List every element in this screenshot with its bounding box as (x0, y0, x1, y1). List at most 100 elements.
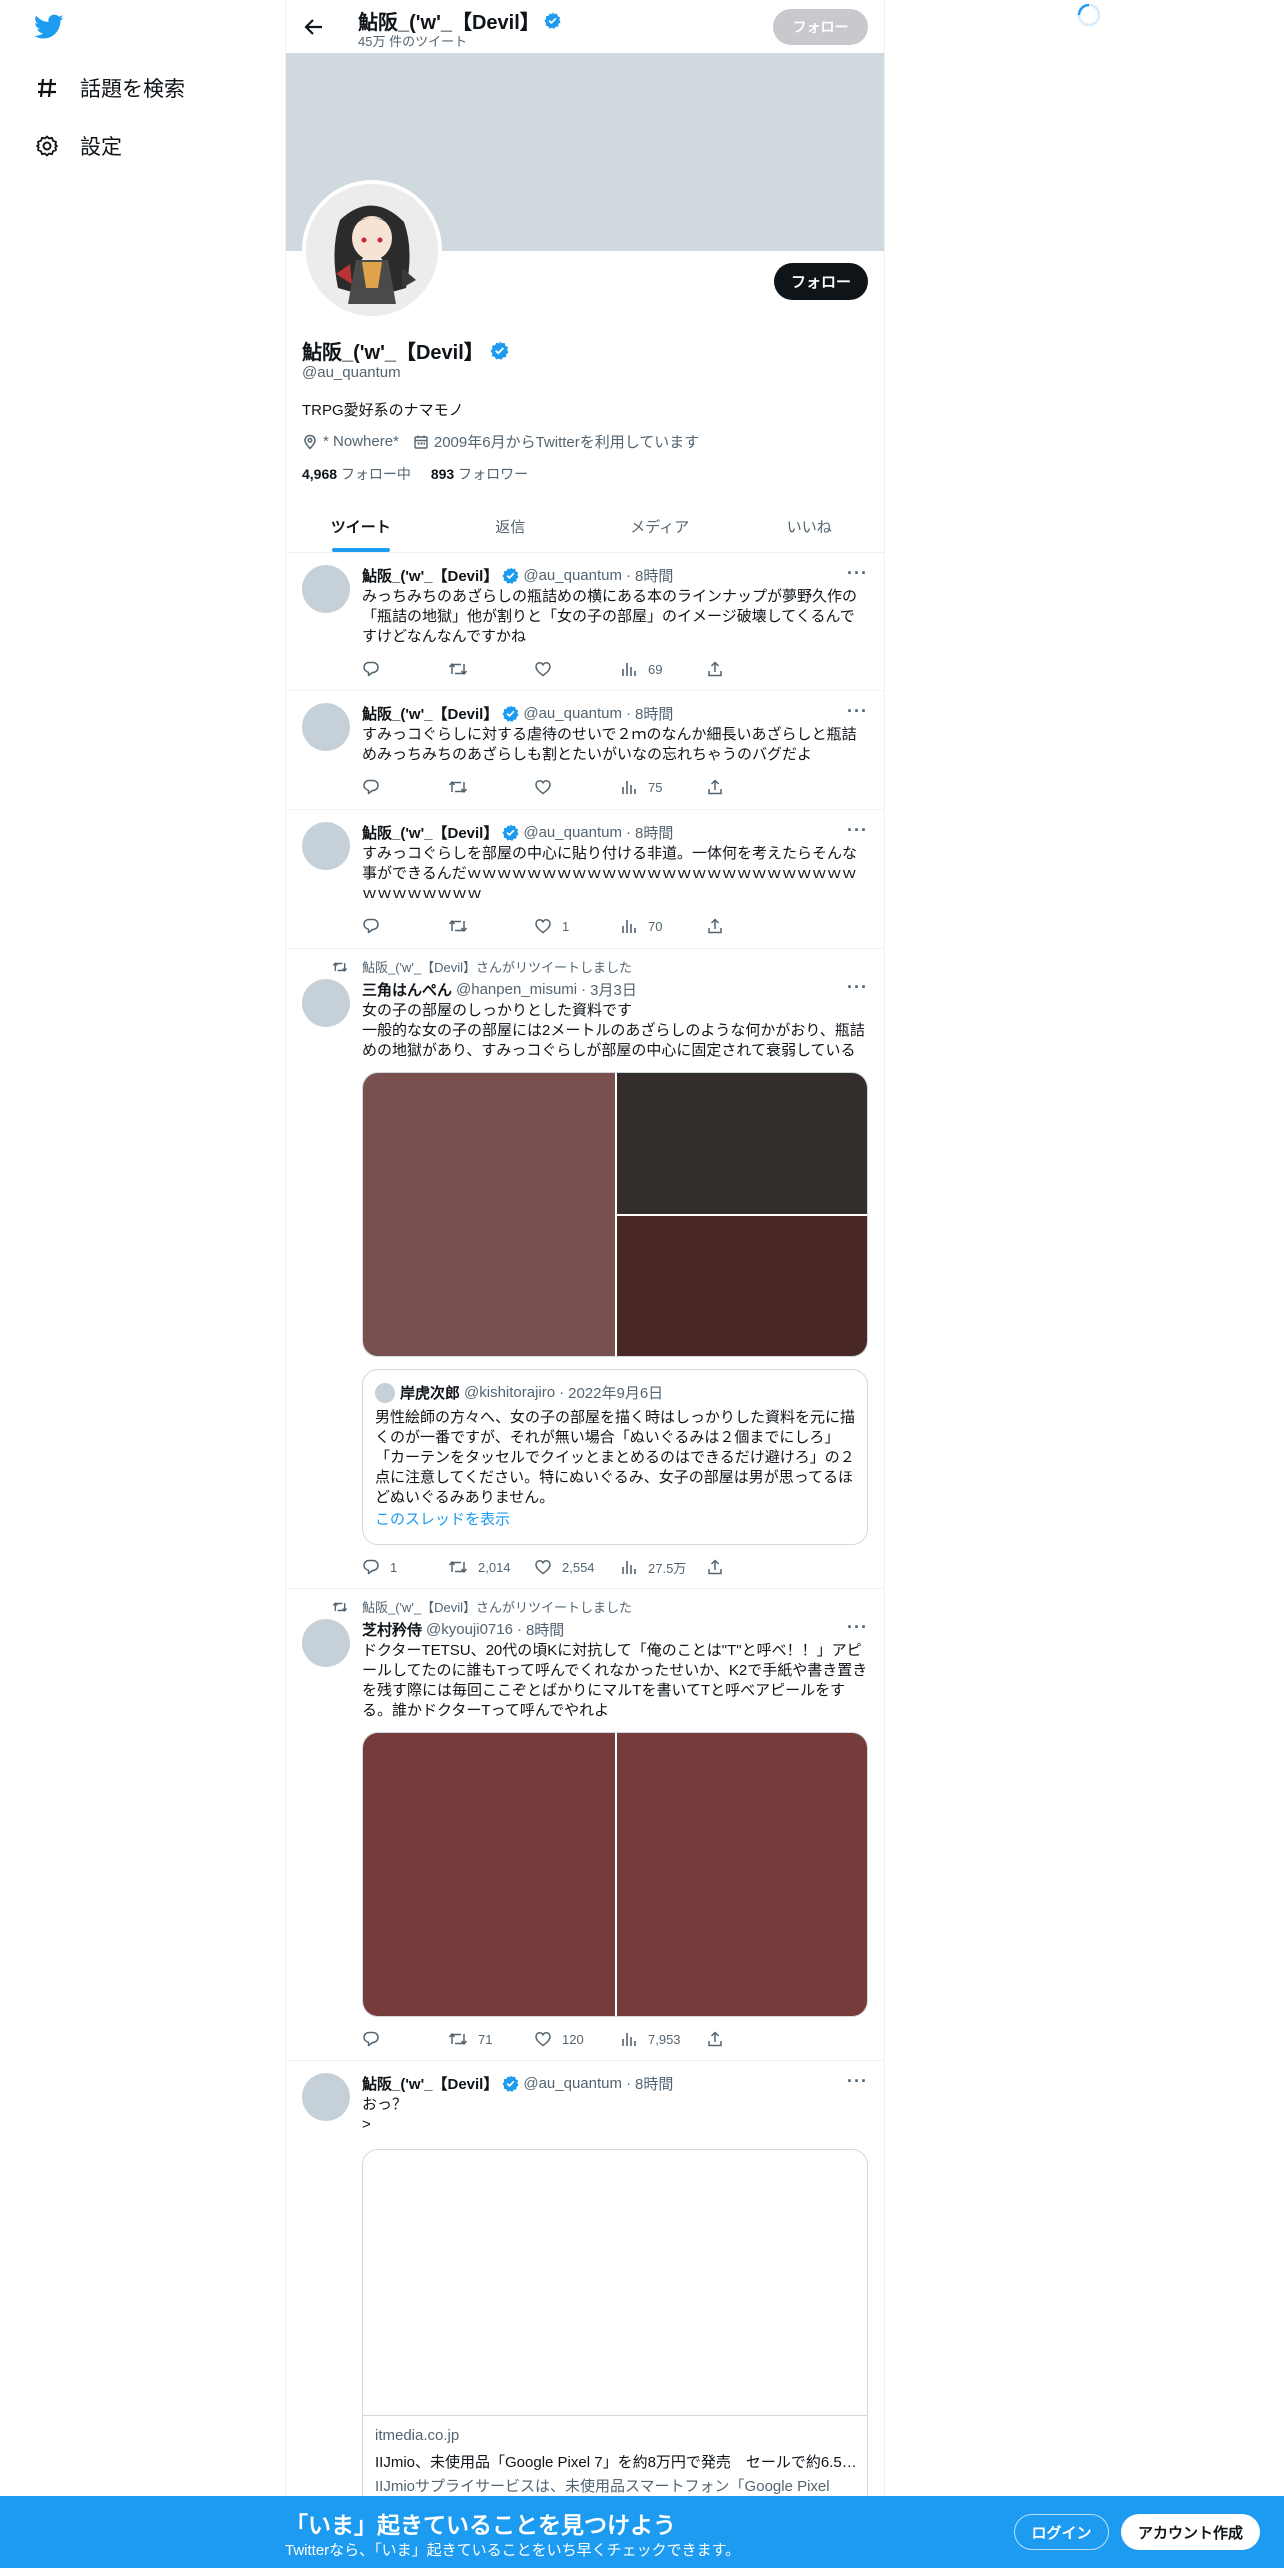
retweet-icon (448, 781, 468, 793)
show-thread-link[interactable]: このスレッドを表示 (375, 1508, 510, 1529)
avatar[interactable] (302, 822, 350, 870)
reply-button[interactable]: 1 (362, 1557, 448, 1577)
tweet-text: 女の子の部屋のしっかりとした資料です 一般的な女の子の部屋には2メートルのあざら… (362, 1002, 865, 1059)
twitter-logo-icon[interactable] (34, 14, 64, 40)
tweet-author-handle[interactable]: @au_quantum (523, 705, 622, 722)
tweet-text: おっ？ > (362, 2096, 408, 2133)
avatar[interactable] (302, 565, 350, 613)
tweet-actions: 69 (362, 659, 792, 679)
tweet-content: 鮎阪_('w'_【Devil】 @au_quantum · 8時間 みっちみちの… (362, 565, 868, 647)
nav-settings[interactable]: 設定 (34, 131, 122, 161)
tweet[interactable]: ··· 鮎阪_('w'_【Devil】 @au_quantum · 8時間 おっ… (286, 2061, 884, 2568)
reply-button[interactable] (362, 777, 448, 797)
tweet[interactable]: ··· 鮎阪_('w'_【Devil】 @au_quantum · 8時間 すみ… (286, 810, 884, 949)
reply-icon (363, 661, 379, 677)
share-icon (708, 661, 722, 677)
views-button[interactable]: 70 (620, 916, 706, 936)
like-button[interactable]: 2,554 (534, 1557, 620, 1577)
tab-media[interactable]: メディア (585, 500, 735, 552)
follow-button[interactable]: フォロー (774, 263, 868, 300)
reply-button[interactable] (362, 2029, 448, 2049)
tweet-time[interactable]: 8時間 (635, 565, 673, 586)
tweet-actions: 1 2,014 2,554 27.5万 (362, 1557, 792, 1577)
tweet-time[interactable]: 8時間 (635, 2073, 673, 2094)
share-button[interactable] (706, 2029, 792, 2049)
tweet[interactable]: ··· 鮎阪_('w'_【Devil】 @au_quantum · 8時間 みっ… (286, 553, 884, 691)
retweet-button[interactable] (448, 777, 534, 797)
share-button[interactable] (706, 659, 792, 679)
share-button[interactable] (706, 916, 792, 936)
profile-meta: * Nowhere* 2009年6月からTwitterを利用しています (302, 431, 713, 452)
retweet-button[interactable]: 71 (448, 2029, 534, 2049)
tweet-author-handle[interactable]: @kyouji0716 (426, 1621, 513, 1638)
reply-icon (363, 918, 379, 934)
reply-icon (363, 1559, 379, 1575)
tweet-text: すみっコぐらしに対する虐待のせいで２ｍのなんか細長いあざらしと瓶詰めみっちみちの… (362, 726, 857, 763)
tweet-header: 鮎阪_('w'_【Devil】 @au_quantum · 8時間 (362, 822, 868, 842)
tweet-author-handle[interactable]: @au_quantum (523, 824, 622, 841)
views-chart-icon (622, 781, 636, 794)
views-button[interactable]: 27.5万 (620, 1557, 706, 1577)
retweet-button[interactable] (448, 916, 534, 936)
tweet-image[interactable] (617, 1733, 867, 2016)
followers-count-link[interactable]: 893 フォロワー (431, 466, 528, 482)
tweet-author-handle[interactable]: @hanpen_misumi (456, 981, 577, 998)
tab-tweets[interactable]: ツイート (286, 500, 436, 552)
nav-explore[interactable]: 話題を検索 (34, 73, 185, 103)
retweet-icon (448, 2033, 468, 2045)
signup-banner: 「いま」起きていることを見つけよう Twitterなら、「いま」起きていることを… (0, 2496, 1284, 2568)
tweet[interactable]: 鮎阪_('w'_【Devil】さんがリツイートしました ··· 三角はんぺん @… (286, 949, 884, 1589)
tweet-time[interactable]: 8時間 (635, 822, 673, 843)
tweet-author-name[interactable]: 鮎阪_('w'_【Devil】 (362, 565, 498, 586)
separator-dot: · (581, 980, 587, 998)
views-button[interactable]: 69 (620, 659, 706, 679)
share-button[interactable] (706, 1557, 792, 1577)
tweet-time[interactable]: 3月3日 (590, 979, 637, 1000)
reply-button[interactable] (362, 916, 448, 936)
like-button[interactable] (534, 777, 620, 797)
tweet-image[interactable] (617, 1216, 867, 1356)
quoted-tweet[interactable]: 岸虎次郎 @kishitorajiro · 2022年9月6日 男性絵師の方々へ… (362, 1369, 868, 1545)
tweet[interactable]: ··· 鮎阪_('w'_【Devil】 @au_quantum · 8時間 すみ… (286, 691, 884, 810)
views-button[interactable]: 75 (620, 777, 706, 797)
retweet-button[interactable] (448, 659, 534, 679)
tab-replies[interactable]: 返信 (436, 500, 586, 552)
retweet-button[interactable]: 2,014 (448, 1557, 534, 1577)
tweet-image[interactable] (363, 1073, 615, 1356)
tweet-time[interactable]: 8時間 (526, 1619, 564, 1640)
tweet-time[interactable]: 8時間 (635, 703, 673, 724)
avatar[interactable] (302, 979, 350, 1027)
reply-button[interactable] (362, 659, 448, 679)
back-arrow-icon[interactable] (300, 13, 328, 41)
share-button[interactable] (706, 777, 792, 797)
tweet-author-handle[interactable]: @au_quantum (523, 567, 622, 584)
profile-tabs: ツイート 返信 メディア いいね (286, 500, 884, 553)
avatar[interactable] (302, 1619, 350, 1667)
tweet-image[interactable] (363, 1733, 615, 2016)
signup-button[interactable]: アカウント作成 (1121, 2514, 1260, 2550)
like-button[interactable]: 1 (534, 916, 620, 936)
profile-timeline-column: 鮎阪_('w'_【Devil】 45万 件のツイート フォロー フォロー 鮎阪_… (285, 0, 885, 2568)
following-count-link[interactable]: 4,968 フォロー中 (302, 466, 411, 482)
link-card[interactable]: itmedia.co.jp IIJmio、未使用品「Google Pixel 7… (362, 2149, 868, 2529)
tab-likes[interactable]: いいね (735, 500, 885, 552)
like-button[interactable]: 120 (534, 2029, 620, 2049)
header-follow-button[interactable]: フォロー (773, 9, 868, 45)
views-button[interactable]: 7,953 (620, 2029, 706, 2049)
login-button[interactable]: ログイン (1014, 2514, 1109, 2550)
quoted-tweet-time: 2022年9月6日 (568, 1385, 664, 1402)
profile-avatar[interactable] (302, 180, 442, 320)
like-button[interactable] (534, 659, 620, 679)
avatar[interactable] (302, 2073, 350, 2121)
separator-dot: · (625, 704, 631, 722)
tweet-author-name[interactable]: 鮎阪_('w'_【Devil】 (362, 822, 498, 843)
tweet-author-handle[interactable]: @au_quantum (523, 2075, 622, 2092)
tweet-image[interactable] (617, 1073, 867, 1214)
tweet-author-name[interactable]: 鮎阪_('w'_【Devil】 (362, 703, 498, 724)
tweet-author-name[interactable]: 鮎阪_('w'_【Devil】 (362, 2073, 498, 2094)
tweet-author-name[interactable]: 芝村矜侍 (362, 1619, 422, 1640)
tweet[interactable]: 鮎阪_('w'_【Devil】さんがリツイートしました ··· 芝村矜侍 @ky… (286, 1589, 884, 2061)
verified-badge-icon (502, 823, 519, 841)
tweet-author-name[interactable]: 三角はんぺん (362, 979, 452, 1000)
avatar[interactable] (302, 703, 350, 751)
